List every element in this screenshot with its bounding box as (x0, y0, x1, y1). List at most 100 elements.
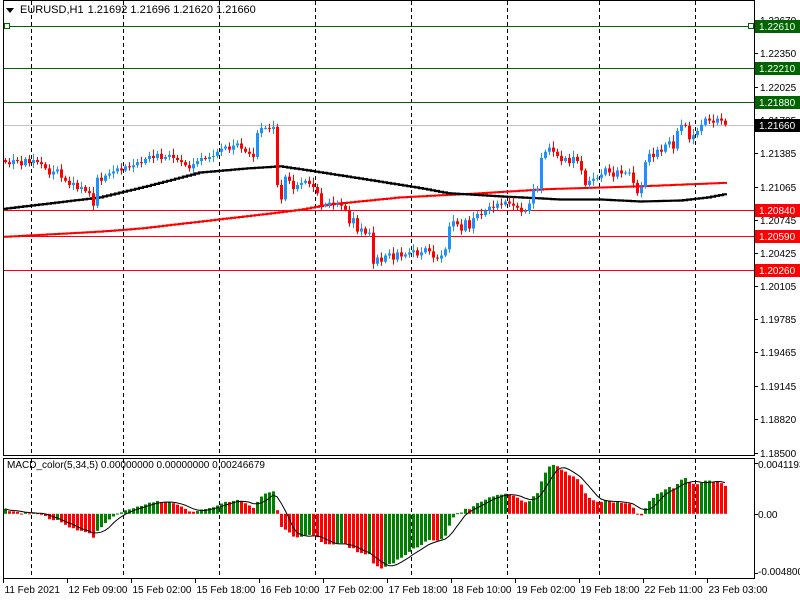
candle (676, 127, 679, 152)
macd-histogram-bar (224, 501, 227, 514)
chart-header: EURUSD,H1 1.21692 1.21696 1.21620 1.2166… (6, 4, 256, 16)
macd-histogram-bar (196, 510, 199, 514)
macd-histogram-bar (568, 475, 571, 514)
macd-histogram-bar (240, 501, 243, 514)
macd-histogram-bar (716, 481, 719, 514)
candle-body (440, 255, 443, 259)
candle-body (76, 182, 79, 190)
candle-body (672, 141, 675, 149)
candle-body (348, 209, 351, 224)
level-price-label: 1.20840 (759, 206, 796, 217)
macd-axis-label: 0.00 (758, 510, 778, 521)
candle (644, 160, 647, 189)
candle-body (332, 202, 335, 205)
macd-histogram-bar (384, 513, 387, 567)
candle-body (160, 153, 163, 160)
macd-histogram-bar (148, 502, 151, 514)
candle-body (404, 254, 407, 257)
macd-histogram-bar (432, 513, 435, 541)
macd-histogram-bar (316, 513, 319, 538)
candle-body (376, 257, 379, 264)
level-handle-icon (748, 23, 754, 29)
level-price-label: 1.22610 (759, 22, 796, 33)
candle-body (68, 180, 71, 185)
time-axis-label: 22 Feb 11:00 (645, 585, 704, 596)
candle-body (480, 213, 483, 216)
macd-histogram-bar (332, 513, 335, 545)
candle-body (444, 249, 447, 256)
candle-body (488, 206, 491, 211)
candle-body (384, 255, 387, 262)
candle-body (320, 193, 323, 206)
macd-histogram-bar (440, 513, 443, 540)
macd-histogram-bar (552, 464, 555, 514)
macd-histogram-bar (192, 511, 195, 514)
macd-histogram-bar (516, 497, 519, 514)
macd-histogram-bar (404, 513, 407, 556)
time-axis-label: 19 Feb 18:00 (581, 585, 640, 596)
candle-body (60, 169, 63, 178)
macd-histogram-bar (248, 505, 251, 514)
candle-body (200, 157, 203, 162)
candle-body (260, 127, 263, 134)
macd-histogram-bar (388, 513, 391, 564)
macd-histogram-bar (104, 513, 107, 523)
price-chart[interactable]: 1.226701.223501.220251.217051.213851.210… (0, 0, 800, 600)
macd-histogram-bar (444, 513, 447, 536)
candle-body (316, 187, 319, 194)
candle-body (120, 168, 123, 171)
macd-histogram-bar (612, 502, 615, 514)
candle-body (356, 218, 359, 232)
macd-histogram-bar (112, 513, 115, 517)
candle-body (620, 170, 623, 174)
candle-body (152, 155, 155, 158)
candle-body (724, 120, 727, 125)
macd-histogram-bar (576, 479, 579, 514)
candle-body (64, 177, 67, 181)
candle-body (588, 180, 591, 185)
candle-body (116, 168, 119, 172)
macd-histogram-bar (620, 502, 623, 514)
candle-body (452, 221, 455, 227)
candle-body (692, 135, 695, 140)
candle-body (292, 180, 295, 190)
price-axis-label: 1.19145 (760, 382, 797, 393)
macd-histogram-bar (348, 513, 351, 548)
macd-histogram-bar (276, 510, 279, 514)
macd-histogram-bar (720, 483, 723, 514)
candle-body (280, 184, 283, 200)
candle-body (596, 177, 599, 179)
candle-body (32, 160, 35, 164)
candle-body (156, 153, 159, 158)
candle-body (608, 168, 611, 173)
candle-body (208, 156, 211, 160)
time-axis-label: 11 Feb 2021 (5, 585, 61, 596)
candle (448, 222, 451, 253)
macd-histogram-bar (216, 505, 219, 514)
macd-histogram-bar (260, 496, 263, 514)
candle-body (40, 162, 43, 165)
macd-histogram-bar (408, 513, 411, 552)
macd-histogram-bar (400, 513, 403, 558)
candle-body (676, 131, 679, 149)
candle-body (640, 187, 643, 194)
dropdown-triangle-icon[interactable] (6, 7, 14, 13)
candle-body (16, 160, 19, 162)
macd-histogram-bar (8, 511, 11, 514)
macd-histogram-bar (164, 502, 167, 514)
candle-body (664, 144, 667, 152)
candle-body (468, 220, 471, 229)
macd-histogram-bar (392, 513, 395, 564)
candle-body (108, 173, 111, 176)
candle-body (144, 159, 147, 164)
candle-body (600, 174, 603, 178)
candle-body (256, 133, 259, 157)
candle-body (380, 257, 383, 262)
macd-histogram-bar (660, 492, 663, 514)
candle-body (580, 161, 583, 171)
candle-body (716, 118, 719, 123)
macd-histogram-bar (564, 471, 567, 514)
level-price-label: 1.21880 (759, 98, 796, 109)
candle-body (352, 218, 355, 224)
macd-histogram-bar (188, 511, 191, 514)
